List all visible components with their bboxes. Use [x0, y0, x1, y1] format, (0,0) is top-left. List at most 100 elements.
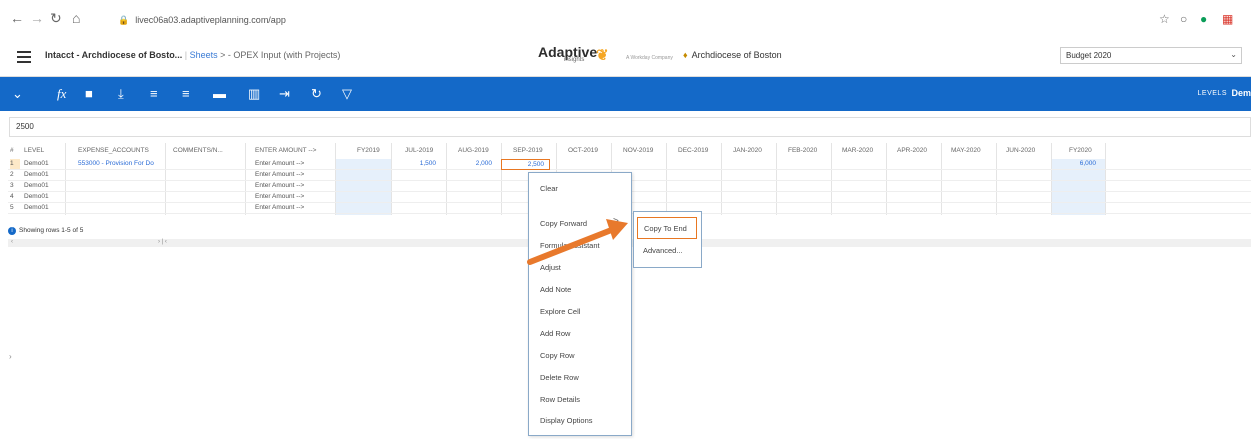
menu-item-copy-to-end[interactable]: Copy To End [637, 217, 697, 239]
reload-icon[interactable]: ↻ [50, 10, 62, 27]
menu-item-delete-row[interactable]: Delete Row [540, 373, 579, 382]
enter-amount-cell[interactable]: Enter Amount --> [255, 159, 333, 169]
level-cell[interactable]: Demo01 [24, 181, 64, 191]
enter-amount-cell[interactable]: Enter Amount --> [255, 192, 333, 202]
download-icon[interactable]: ⤓ [118, 86, 124, 102]
level-cell[interactable]: Demo01 [24, 159, 64, 169]
url-bar[interactable]: 🔒 livec06a03.adaptiveplanning.com/app [110, 10, 1150, 32]
table-row[interactable]: 1 Demo01 553000 - Provision For Do Enter… [8, 159, 1251, 170]
col-header-expense-accounts[interactable]: EXPENSE_ACCOUNTS [78, 143, 164, 159]
jul-2019-cell[interactable]: 1,500 [392, 159, 436, 169]
refresh-icon[interactable]: ↻ [311, 86, 322, 102]
col-header-sep-2019[interactable]: SEP-2019 [513, 143, 553, 159]
col-header-jan-2020[interactable]: JAN-2020 [733, 143, 773, 159]
filter-icon[interactable]: ▽ [342, 86, 352, 102]
menu-item-clear[interactable]: Clear [540, 184, 558, 193]
copy-row-icon[interactable]: ▬ [213, 86, 226, 101]
browser-bar: ← → ↻ ⌂ 🔒 livec06a03.adaptiveplanning.com… [0, 0, 1251, 40]
chevron-down-icon[interactable]: ⌄ [12, 86, 23, 102]
home-icon[interactable]: ⌂ [72, 10, 80, 26]
level-cell[interactable]: Demo01 [24, 170, 64, 180]
col-header-enter-amount[interactable]: ENTER AMOUNT --> [255, 143, 333, 159]
level-cell[interactable]: Demo01 [24, 192, 64, 202]
menu-item-add-row[interactable]: Add Row [540, 329, 570, 338]
row-num: 3 [10, 182, 14, 189]
enter-amount-cell[interactable]: Enter Amount --> [255, 203, 333, 213]
org-icon: ♦ [683, 50, 688, 60]
menu-item-adjust[interactable]: Adjust [540, 263, 561, 272]
col-header-fy2020[interactable]: FY2020 [1069, 143, 1103, 159]
breadcrumb-current: - OPEX Input (with Projects) [227, 50, 341, 60]
logo-tag: A Workday Company [626, 55, 673, 61]
menu-item-copy-forward[interactable]: Copy Forward [540, 219, 587, 228]
col-header-may-2020[interactable]: MAY-2020 [951, 143, 993, 159]
breadcrumb-separator: > [220, 50, 226, 60]
export-icon[interactable]: ⇥ [279, 86, 290, 102]
col-header-jun-2020[interactable]: JUN-2020 [1006, 143, 1048, 159]
menu-item-formula-assistant[interactable]: Formula Assistant [540, 241, 600, 250]
forward-icon[interactable]: → [30, 10, 44, 26]
chevron-down-icon: ⌄ [1230, 50, 1237, 59]
sep-2019-cell: 2,500 [527, 161, 544, 168]
row-status-text: Showing rows 1-5 of 5 [19, 227, 84, 234]
context-menu: Clear Copy Forward > Formula Assistant A… [528, 172, 632, 436]
account-cell[interactable]: 553000 - Provision For Do [78, 159, 164, 169]
formula-value: 2500 [16, 122, 34, 131]
enter-amount-cell[interactable]: Enter Amount --> [255, 170, 333, 180]
fy2020-cell[interactable]: 6,000 [1052, 159, 1096, 169]
calendar-icon[interactable]: ▦ [1222, 12, 1233, 26]
row-num: 2 [10, 171, 14, 178]
menu-item-row-details[interactable]: Row Details [540, 395, 580, 404]
col-header-oct-2019[interactable]: OCT-2019 [568, 143, 608, 159]
col-header-comments[interactable]: COMMENTS/N... [173, 143, 243, 159]
menu-icon[interactable] [17, 51, 31, 63]
col-header-mar-2020[interactable]: MAR-2020 [842, 143, 884, 159]
col-header-aug-2019[interactable]: AUG-2019 [458, 143, 498, 159]
budget-select[interactable]: Budget 2020 ⌄ [1060, 47, 1242, 64]
scroll-divider-icon[interactable]: › | ‹ [158, 239, 167, 245]
dem-label[interactable]: Dem [1231, 88, 1251, 98]
insert-row-icon[interactable]: ≡ [150, 86, 158, 101]
lock-icon: 🔒 [118, 15, 130, 25]
col-header-feb-2020[interactable]: FEB-2020 [788, 143, 828, 159]
aug-2019-cell[interactable]: 2,000 [447, 159, 492, 169]
org-name: ♦ Archdiocese of Boston [683, 50, 782, 60]
columns-icon[interactable]: ▥ [248, 86, 260, 102]
enter-amount-cell[interactable]: Enter Amount --> [255, 181, 333, 191]
star-icon[interactable]: ☆ [1159, 12, 1170, 26]
col-header-dec-2019[interactable]: DEC-2019 [678, 143, 718, 159]
col-header-jul-2019[interactable]: JUL-2019 [405, 143, 445, 159]
breadcrumb-sheets[interactable]: Sheets [190, 50, 218, 60]
selected-cell[interactable]: 2,500 [501, 159, 550, 170]
formula-icon[interactable]: fx [57, 86, 66, 102]
side-collapse-icon[interactable]: › [9, 352, 12, 361]
levels-label[interactable]: LEVELS [1198, 90, 1227, 97]
menu-item-display-options[interactable]: Display Options [540, 416, 593, 425]
app-header: Intacct - Archdiocese of Bosto... | Shee… [0, 40, 1251, 77]
row-num: 1 [10, 159, 20, 169]
col-header-num[interactable]: # [10, 143, 20, 159]
formula-bar[interactable]: 2500 [9, 117, 1251, 137]
save-icon[interactable]: ■ [85, 86, 93, 101]
menu-item-add-note[interactable]: Add Note [540, 285, 571, 294]
col-header-nov-2019[interactable]: NOV-2019 [623, 143, 663, 159]
extension-circle-icon[interactable]: ○ [1180, 12, 1187, 26]
menu-item-copy-row[interactable]: Copy Row [540, 351, 575, 360]
back-icon[interactable]: ← [10, 10, 24, 26]
col-header-apr-2020[interactable]: APR-2020 [897, 143, 939, 159]
url-text: livec06a03.adaptiveplanning.com/app [135, 15, 286, 25]
row-status: i Showing rows 1-5 of 5 [8, 227, 83, 235]
scroll-left-icon[interactable]: ‹ [11, 239, 13, 245]
col-header-level[interactable]: LEVEL [24, 143, 64, 159]
breadcrumb-org[interactable]: Intacct - Archdiocese of Bosto... [45, 50, 182, 60]
menu-item-explore-cell[interactable]: Explore Cell [540, 307, 580, 316]
menu-item-advanced[interactable]: Advanced... [643, 246, 683, 255]
logo-mark-icon: ❦ [596, 47, 609, 64]
col-header-fy2019[interactable]: FY2019 [357, 143, 390, 159]
delete-row-icon[interactable]: ≡ [182, 86, 190, 101]
org-name-text: Archdiocese of Boston [691, 50, 782, 60]
info-icon: i [8, 227, 16, 235]
extension-green-icon[interactable]: ● [1200, 12, 1207, 26]
chevron-right-icon: > [613, 216, 619, 227]
level-cell[interactable]: Demo01 [24, 203, 64, 213]
